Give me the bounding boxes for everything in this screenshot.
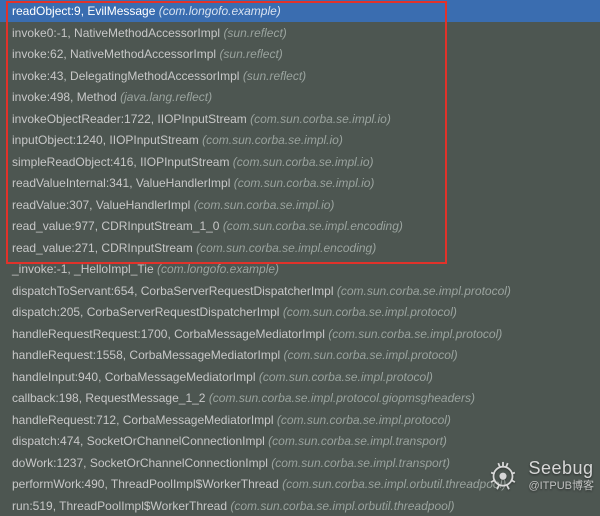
stack-frame[interactable]: handleInput:940, CorbaMessageMediatorImp… xyxy=(0,366,600,388)
stack-frame-method: invoke:62, NativeMethodAccessorImpl xyxy=(12,47,216,61)
stack-frame[interactable]: readObject:9, EvilMessage (com.longofo.e… xyxy=(0,0,600,22)
stack-frame-package: (com.sun.corba.se.impl.transport) xyxy=(268,434,447,448)
stack-frame-package: (com.sun.corba.se.impl.encoding) xyxy=(223,219,403,233)
stack-frame[interactable]: read_value:271, CDRInputStream (com.sun.… xyxy=(0,237,600,259)
stack-frame-method: _invoke:-1, _HelloImpl_Tie xyxy=(12,262,154,276)
seebug-icon xyxy=(484,456,522,494)
stack-frame[interactable]: handleRequest:712, CorbaMessageMediatorI… xyxy=(0,409,600,431)
stack-frame[interactable]: dispatch:474, SocketOrChannelConnectionI… xyxy=(0,430,600,452)
stack-frame-method: performWork:490, ThreadPoolImpl$WorkerTh… xyxy=(12,477,279,491)
stack-frame-package: (sun.reflect) xyxy=(219,47,282,61)
stack-frame[interactable]: readValueInternal:341, ValueHandlerImpl … xyxy=(0,172,600,194)
stack-frame-package: (com.sun.corba.se.impl.protocol) xyxy=(259,370,433,384)
stack-frame-package: (com.sun.corba.se.impl.encoding) xyxy=(196,241,376,255)
stack-frame-package: (java.lang.reflect) xyxy=(120,90,212,104)
stack-frame-package: (com.sun.corba.se.impl.io) xyxy=(202,133,343,147)
stack-frame[interactable]: inputObject:1240, IIOPInputStream (com.s… xyxy=(0,129,600,151)
stack-frame-package: (sun.reflect) xyxy=(243,69,306,83)
stack-frame-package: (sun.reflect) xyxy=(223,26,286,40)
stack-frame-method: invoke0:-1, NativeMethodAccessorImpl xyxy=(12,26,220,40)
stack-frame-package: (com.longofo.example) xyxy=(159,4,281,18)
stack-frame-method: invoke:498, Method xyxy=(12,90,117,104)
stack-frame-method: dispatch:474, SocketOrChannelConnectionI… xyxy=(12,434,265,448)
stack-frame[interactable]: simpleReadObject:416, IIOPInputStream (c… xyxy=(0,151,600,173)
stack-trace-list[interactable]: readObject:9, EvilMessage (com.longofo.e… xyxy=(0,0,600,516)
stack-frame-method: simpleReadObject:416, IIOPInputStream xyxy=(12,155,229,169)
stack-frame-method: inputObject:1240, IIOPInputStream xyxy=(12,133,199,147)
stack-frame-package: (com.sun.corba.se.impl.protocol) xyxy=(337,284,511,298)
stack-frame-method: handleRequest:1558, CorbaMessageMediator… xyxy=(12,348,280,362)
stack-frame-method: invokeObjectReader:1722, IIOPInputStream xyxy=(12,112,247,126)
stack-frame[interactable]: callback:198, RequestMessage_1_2 (com.su… xyxy=(0,387,600,409)
stack-frame-package: (com.sun.corba.se.impl.protocol.giopmsgh… xyxy=(209,391,475,405)
stack-frame-method: readValue:307, ValueHandlerImpl xyxy=(12,198,190,212)
stack-frame-package: (com.sun.corba.se.impl.orbutil.threadpoo… xyxy=(282,477,506,491)
stack-frame-package: (com.sun.corba.se.impl.io) xyxy=(234,176,375,190)
stack-frame-package: (com.sun.corba.se.impl.protocol) xyxy=(283,305,457,319)
stack-frame[interactable]: invoke:43, DelegatingMethodAccessorImpl … xyxy=(0,65,600,87)
stack-frame[interactable]: invoke:62, NativeMethodAccessorImpl (sun… xyxy=(0,43,600,65)
watermark: Seebug @ITPUB博客 xyxy=(484,456,594,494)
stack-frame-package: (com.sun.corba.se.impl.protocol) xyxy=(284,348,458,362)
stack-frame-method: readValueInternal:341, ValueHandlerImpl xyxy=(12,176,230,190)
stack-frame-method: handleRequest:712, CorbaMessageMediatorI… xyxy=(12,413,274,427)
stack-frame[interactable]: read_value:977, CDRInputStream_1_0 (com.… xyxy=(0,215,600,237)
stack-frame[interactable]: invoke:498, Method (java.lang.reflect) xyxy=(0,86,600,108)
stack-frame-method: handleInput:940, CorbaMessageMediatorImp… xyxy=(12,370,255,384)
stack-frame-method: readObject:9, EvilMessage xyxy=(12,4,155,18)
stack-frame[interactable]: dispatch:205, CorbaServerRequestDispatch… xyxy=(0,301,600,323)
stack-frame[interactable]: handleRequestRequest:1700, CorbaMessageM… xyxy=(0,323,600,345)
stack-frame[interactable]: run:519, ThreadPoolImpl$WorkerThread (co… xyxy=(0,495,600,516)
stack-frame[interactable]: readValue:307, ValueHandlerImpl (com.sun… xyxy=(0,194,600,216)
stack-frame-method: read_value:977, CDRInputStream_1_0 xyxy=(12,219,219,233)
stack-frame-package: (com.sun.corba.se.impl.transport) xyxy=(271,456,450,470)
stack-frame-method: read_value:271, CDRInputStream xyxy=(12,241,193,255)
stack-frame-package: (com.sun.corba.se.impl.io) xyxy=(194,198,335,212)
stack-frame[interactable]: handleRequest:1558, CorbaMessageMediator… xyxy=(0,344,600,366)
stack-frame-package: (com.sun.corba.se.impl.protocol) xyxy=(328,327,502,341)
stack-frame-method: doWork:1237, SocketOrChannelConnectionIm… xyxy=(12,456,268,470)
stack-frame-package: (com.sun.corba.se.impl.io) xyxy=(233,155,374,169)
stack-frame[interactable]: dispatchToServant:654, CorbaServerReques… xyxy=(0,280,600,302)
stack-frame[interactable]: invoke0:-1, NativeMethodAccessorImpl (su… xyxy=(0,22,600,44)
stack-frame-method: dispatchToServant:654, CorbaServerReques… xyxy=(12,284,334,298)
watermark-subtitle: @ITPUB博客 xyxy=(528,477,594,493)
stack-frame-package: (com.longofo.example) xyxy=(157,262,279,276)
stack-frame-method: dispatch:205, CorbaServerRequestDispatch… xyxy=(12,305,279,319)
stack-frame[interactable]: invokeObjectReader:1722, IIOPInputStream… xyxy=(0,108,600,130)
stack-frame[interactable]: _invoke:-1, _HelloImpl_Tie (com.longofo.… xyxy=(0,258,600,280)
stack-frame-package: (com.sun.corba.se.impl.protocol) xyxy=(277,413,451,427)
stack-frame-method: callback:198, RequestMessage_1_2 xyxy=(12,391,205,405)
stack-frame-package: (com.sun.corba.se.impl.io) xyxy=(250,112,391,126)
stack-frame-method: handleRequestRequest:1700, CorbaMessageM… xyxy=(12,327,325,341)
stack-frame-method: invoke:43, DelegatingMethodAccessorImpl xyxy=(12,69,239,83)
watermark-title: Seebug xyxy=(528,458,594,479)
